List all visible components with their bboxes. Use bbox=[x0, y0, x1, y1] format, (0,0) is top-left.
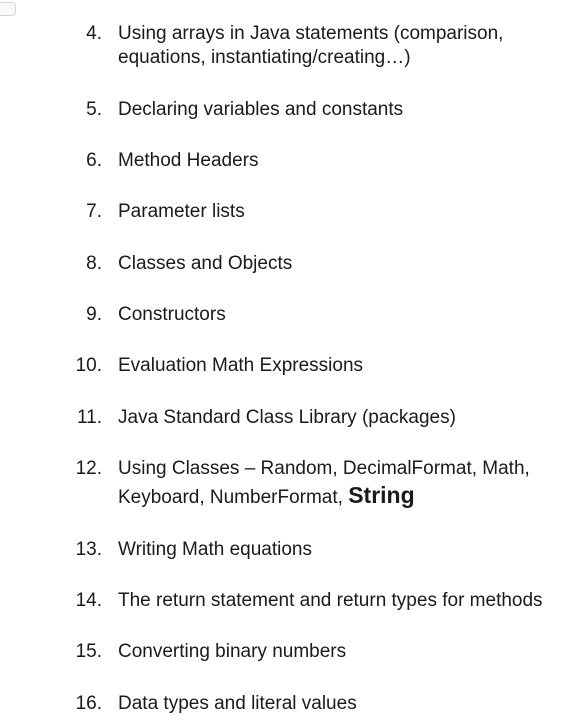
topic-text: Data types and literal values bbox=[118, 693, 357, 714]
topic-text: Method Headers bbox=[118, 150, 258, 171]
topic-text: The return statement and return types fo… bbox=[118, 590, 543, 611]
topic-item: Evaluation Math Expressions bbox=[0, 354, 544, 378]
topic-text: Java Standard Class Library (packages) bbox=[118, 407, 456, 428]
topic-text: Evaluation Math Expressions bbox=[118, 355, 363, 376]
topic-text: Constructors bbox=[118, 304, 226, 325]
topic-item: Classes and Objects bbox=[0, 252, 544, 276]
topic-item: Using arrays in Java statements (compari… bbox=[0, 22, 544, 71]
topic-text: Parameter lists bbox=[118, 201, 245, 222]
corner-decoration bbox=[0, 2, 16, 16]
topic-item: Converting binary numbers bbox=[0, 640, 544, 664]
topic-text: Declaring variables and constants bbox=[118, 99, 403, 120]
topic-text: Converting binary numbers bbox=[118, 641, 346, 662]
topic-item: Writing Math equations bbox=[0, 538, 544, 562]
topic-item: Using Classes – Random, DecimalFormat, M… bbox=[0, 457, 544, 511]
topic-item: The return statement and return types fo… bbox=[0, 589, 544, 613]
topic-list: Using arrays in Java statements (compari… bbox=[0, 22, 544, 716]
topic-item: Java Standard Class Library (packages) bbox=[0, 406, 544, 430]
topic-text: Using Classes – Random, DecimalFormat, M… bbox=[118, 458, 530, 508]
topic-text: Writing Math equations bbox=[118, 539, 312, 560]
topic-text: Classes and Objects bbox=[118, 253, 292, 274]
topic-item: Data types and literal values bbox=[0, 692, 544, 716]
topic-item: Declaring variables and constants bbox=[0, 98, 544, 122]
topic-text: Using arrays in Java statements (compari… bbox=[118, 23, 503, 68]
topic-item: Constructors bbox=[0, 303, 544, 327]
topic-item: Method Headers bbox=[0, 149, 544, 173]
topic-item: Parameter lists bbox=[0, 200, 544, 224]
